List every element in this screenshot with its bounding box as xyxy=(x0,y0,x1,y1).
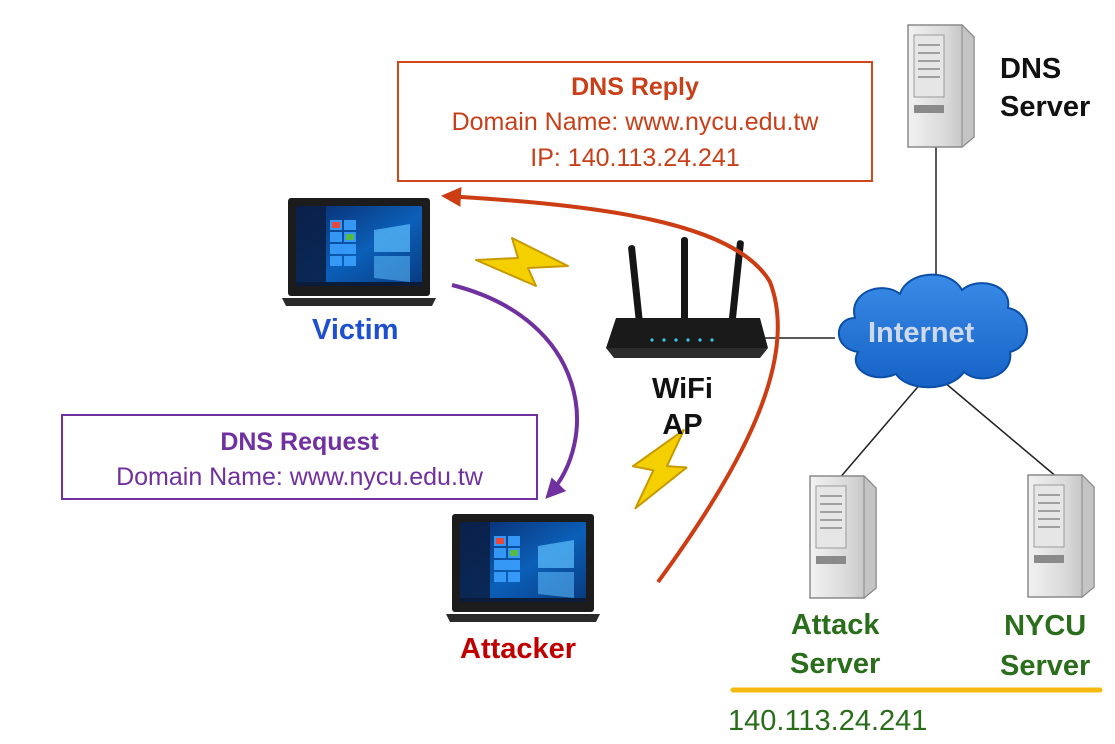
attack-server-icon xyxy=(809,475,877,599)
internet-label: Internet xyxy=(868,317,975,349)
victim-laptop-icon xyxy=(282,198,436,306)
subnet-ip-label: 140.113.24.241 xyxy=(728,705,928,737)
link-internet-attack-server xyxy=(837,381,923,481)
dns-request-title: DNS Request xyxy=(220,428,379,456)
dns-reply-box: DNS Reply Domain Name: www.nycu.edu.tw I… xyxy=(397,61,873,182)
link-internet-nycu-server xyxy=(943,381,1059,479)
victim-label: Victim xyxy=(312,314,399,346)
wifi-ap-label: WiFi AP xyxy=(652,373,713,441)
attacker-laptop-icon xyxy=(446,514,600,622)
dns-reply-domain: Domain Name: www.nycu.edu.tw xyxy=(451,108,819,136)
attacker-label: Attacker xyxy=(460,633,577,665)
attack-server-label: Attack Server xyxy=(790,609,881,680)
dns-request-domain: Domain Name: www.nycu.edu.tw xyxy=(116,463,483,491)
dns-reply-title: DNS Reply xyxy=(571,73,699,101)
nycu-server-icon xyxy=(1027,474,1095,598)
wireless-signal-victim-icon xyxy=(475,237,569,287)
dns-reply-ip: IP: 140.113.24.241 xyxy=(530,144,740,172)
dns-server-icon xyxy=(907,24,975,148)
dns-request-box: DNS Request Domain Name: www.nycu.edu.tw xyxy=(61,414,538,500)
nycu-server-label: NYCU Server xyxy=(1000,610,1091,682)
dns-server-label: DNS Server xyxy=(1000,53,1091,123)
